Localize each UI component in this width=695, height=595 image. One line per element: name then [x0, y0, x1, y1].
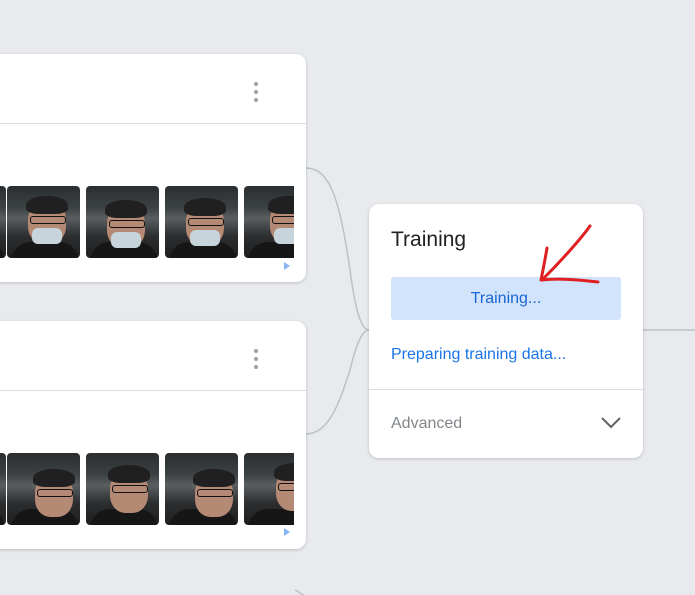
scroll-right-icon[interactable]: [284, 262, 290, 270]
sample-thumbnails: [0, 186, 294, 258]
training-title: Training: [391, 228, 467, 251]
connector-class2-to-training: [305, 329, 370, 435]
class-card-header: [0, 54, 306, 124]
training-card: Training Training... Preparing training …: [369, 204, 643, 458]
class-card-1: [0, 54, 306, 282]
sample-thumbnail[interactable]: [165, 453, 238, 525]
sample-thumbnail[interactable]: [0, 186, 6, 258]
class-card-header: [0, 321, 306, 391]
advanced-toggle[interactable]: Advanced: [369, 390, 643, 458]
sample-thumbnail[interactable]: [86, 186, 159, 258]
more-vert-icon[interactable]: [254, 349, 258, 371]
sample-thumbnail[interactable]: [244, 453, 294, 525]
train-model-button[interactable]: Training...: [391, 277, 621, 320]
sample-thumbnail[interactable]: [0, 453, 6, 525]
scroll-right-icon[interactable]: [284, 528, 290, 536]
connector-below: [294, 589, 305, 595]
sample-thumbnail[interactable]: [7, 186, 80, 258]
connector-class1-to-training: [305, 167, 370, 331]
chevron-down-icon[interactable]: [599, 414, 623, 430]
sample-thumbnails: [0, 453, 294, 525]
sample-thumbnail[interactable]: [244, 186, 294, 258]
more-vert-icon[interactable]: [254, 82, 258, 104]
training-status-text: Preparing training data...: [391, 346, 567, 363]
advanced-label: Advanced: [391, 415, 463, 432]
sample-thumbnail[interactable]: [7, 453, 80, 525]
class-card-2: [0, 321, 306, 549]
sample-thumbnail[interactable]: [86, 453, 159, 525]
sample-thumbnail[interactable]: [165, 186, 238, 258]
